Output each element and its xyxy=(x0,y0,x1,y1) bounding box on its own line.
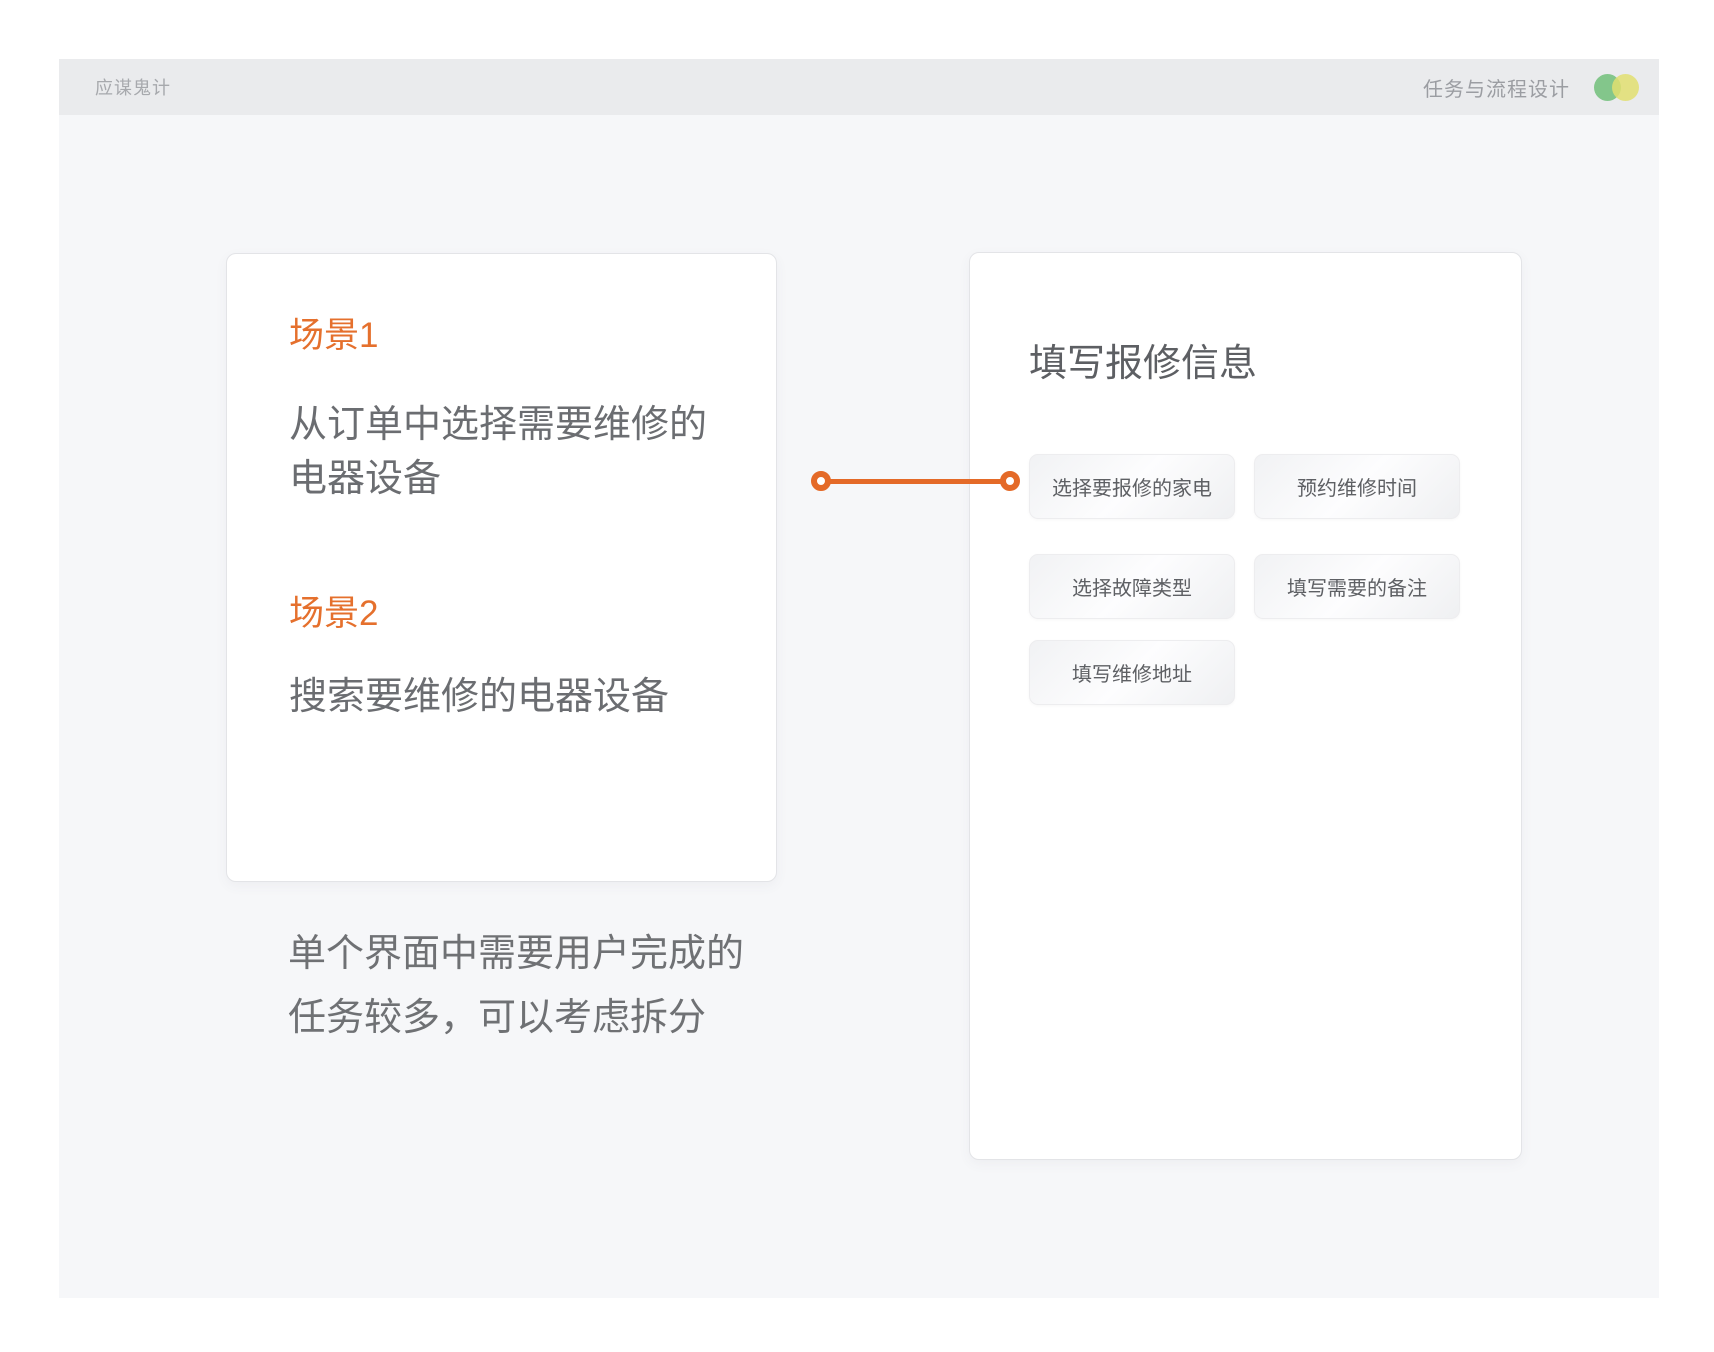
task-button-remarks[interactable]: 填写需要的备注 xyxy=(1254,554,1460,619)
connector-line xyxy=(823,479,1008,484)
scenario-2-label: 场景2 xyxy=(289,594,378,634)
form-card-title: 填写报修信息 xyxy=(1029,341,1257,387)
task-button-fault-type[interactable]: 选择故障类型 xyxy=(1029,554,1235,619)
brand-dots xyxy=(1594,74,1639,101)
scenario-card: 场景1 从订单中选择需要维修的电器设备 场景2 搜索要维修的电器设备 xyxy=(226,253,777,882)
note-text: 单个界面中需要用户完成的任务较多，可以考虑拆分 xyxy=(288,922,766,1050)
scenario-1-label: 场景1 xyxy=(289,316,378,356)
connector-endpoint-right-icon xyxy=(1000,471,1020,491)
app-title: 应谋鬼计 xyxy=(95,74,171,100)
scenario-2-description: 搜索要维修的电器设备 xyxy=(289,670,737,724)
brand-dot-yellow-icon xyxy=(1612,74,1639,101)
slide-canvas: 应谋鬼计 任务与流程设计 场景1 从订单中选择需要维修的电器设备 场景2 搜索要… xyxy=(0,0,1714,1352)
scenario-1-description: 从订单中选择需要维修的电器设备 xyxy=(289,398,737,506)
connector-endpoint-left-icon xyxy=(811,471,831,491)
task-button-schedule-time[interactable]: 预约维修时间 xyxy=(1254,454,1460,519)
header-right-group: 任务与流程设计 xyxy=(1423,73,1639,102)
page-title: 任务与流程设计 xyxy=(1423,73,1570,102)
task-button-select-appliance[interactable]: 选择要报修的家电 xyxy=(1029,454,1235,519)
form-card: 填写报修信息 选择要报修的家电 预约维修时间 选择故障类型 填写需要的备注 填写… xyxy=(969,252,1522,1160)
header-bar: 应谋鬼计 任务与流程设计 xyxy=(59,59,1659,115)
task-button-address[interactable]: 填写维修地址 xyxy=(1029,640,1235,705)
